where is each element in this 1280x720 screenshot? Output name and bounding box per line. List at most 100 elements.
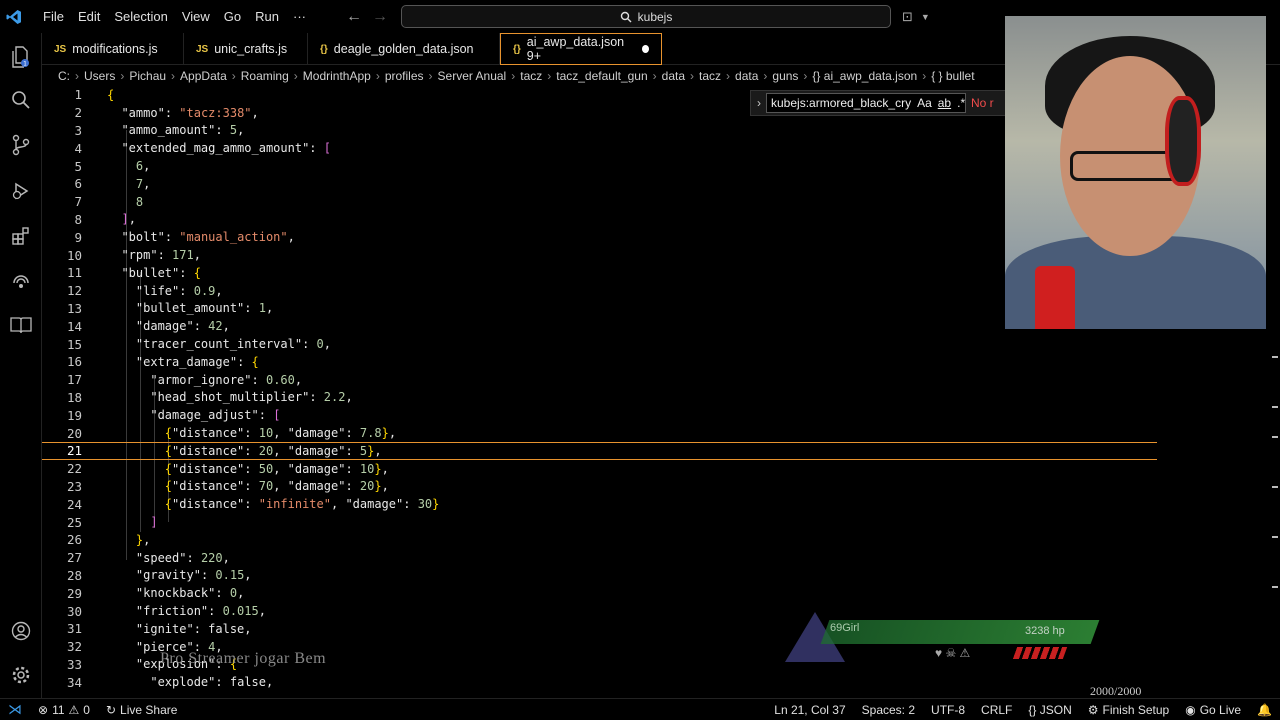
vscode-logo-icon: [0, 0, 28, 33]
menu-view[interactable]: View: [175, 0, 217, 33]
code-line[interactable]: 3 "ammo_amount": 5,: [42, 122, 1157, 140]
code-line[interactable]: 4 "extended_mag_ammo_amount": [: [42, 139, 1157, 157]
line-ending[interactable]: CRLF: [973, 703, 1020, 717]
chevron-right-icon[interactable]: ›: [757, 96, 761, 110]
breadcrumb-item[interactable]: tacz: [699, 69, 721, 83]
account-icon[interactable]: [7, 617, 35, 645]
line-number: 12: [66, 283, 82, 299]
command-center-search[interactable]: kubejs: [401, 5, 891, 28]
code-line[interactable]: 29 "knockback": 0,: [42, 584, 1157, 602]
code-line[interactable]: 6 7,: [42, 175, 1157, 193]
code-line[interactable]: 23 {"distance": 70, "damage": 20},: [42, 478, 1157, 496]
code-line[interactable]: 18 "head_shot_multiplier": 2.2,: [42, 389, 1157, 407]
code-line[interactable]: 17 "armor_ignore": 0.60,: [42, 371, 1157, 389]
regex-toggle[interactable]: .*: [957, 96, 965, 110]
code-line[interactable]: 8 ],: [42, 211, 1157, 229]
cursor-position[interactable]: Ln 21, Col 37: [766, 703, 853, 717]
search-icon: [620, 11, 632, 22]
code-line[interactable]: 14 "damage": 42,: [42, 317, 1157, 335]
tab-modifications-js[interactable]: JS modifications.js: [42, 33, 184, 65]
code-text: "friction": 0.015,: [135, 604, 266, 619]
breadcrumb-item[interactable]: C:: [58, 69, 70, 83]
code-line[interactable]: 7 8: [42, 193, 1157, 211]
live-share-button[interactable]: ↻ Live Share: [98, 703, 185, 717]
unsaved-dot-icon[interactable]: [641, 45, 649, 53]
breadcrumb-item[interactable]: Server Anual: [438, 69, 507, 83]
menu-go[interactable]: Go: [217, 0, 248, 33]
copilot-icon[interactable]: ⊡: [902, 9, 913, 25]
code-line[interactable]: 20 {"distance": 10, "damage": 7.8},: [42, 424, 1157, 442]
code-line[interactable]: 21 {"distance": 20, "damage": 5},: [42, 442, 1157, 460]
code-line[interactable]: 11 "bullet": {: [42, 264, 1157, 282]
breadcrumb-item[interactable]: ModrinthApp: [303, 69, 371, 83]
breadcrumb-item[interactable]: Pichau: [129, 69, 166, 83]
problems-indicator[interactable]: ⊗ 11 ⚠ 0: [30, 703, 98, 717]
code-line[interactable]: 10 "rpm": 171,: [42, 246, 1157, 264]
finish-setup-button[interactable]: ⚙ Finish Setup: [1080, 703, 1177, 717]
menu-more[interactable]: ···: [286, 0, 313, 33]
breadcrumb-item[interactable]: AppData: [180, 69, 227, 83]
code-line[interactable]: 13 "bullet_amount": 1,: [42, 300, 1157, 318]
source-control-icon[interactable]: [7, 131, 35, 159]
book-icon[interactable]: [7, 311, 35, 339]
encoding[interactable]: UTF-8: [923, 703, 973, 717]
code-line[interactable]: 25 ]: [42, 513, 1157, 531]
breadcrumb-item[interactable]: data: [662, 69, 685, 83]
match-case-toggle[interactable]: Aa: [917, 96, 932, 110]
code-line[interactable]: 27 "speed": 220,: [42, 549, 1157, 567]
remote-icon[interactable]: ⋊: [0, 699, 30, 720]
find-input[interactable]: kubejs:armored_black_cry Aa ab .*: [766, 93, 966, 113]
notifications-icon[interactable]: 🔔: [1249, 703, 1280, 717]
code-line[interactable]: 12 "life": 0.9,: [42, 282, 1157, 300]
remote-explorer-icon[interactable]: [7, 267, 35, 295]
breadcrumb-item[interactable]: profiles: [385, 69, 424, 83]
code-text: "bullet": {: [121, 265, 201, 280]
menu-run[interactable]: Run: [248, 0, 286, 33]
code-line[interactable]: 34 "explode": false,: [42, 673, 1157, 691]
run-debug-icon[interactable]: [7, 177, 35, 205]
code-line[interactable]: 15 "tracer_count_interval": 0,: [42, 335, 1157, 353]
code-line[interactable]: 19 "damage_adjust": [: [42, 406, 1157, 424]
whole-word-toggle[interactable]: ab: [938, 96, 951, 110]
menu-edit[interactable]: Edit: [71, 0, 107, 33]
breadcrumb-separator-icon: ›: [763, 69, 768, 83]
breadcrumb-item[interactable]: {} ai_awp_data.json: [812, 69, 917, 83]
breadcrumb-item[interactable]: tacz: [520, 69, 542, 83]
game-hud-overlay: 69Girl 3238 hp ♥ ☠ ⚠: [775, 612, 1105, 667]
code-line[interactable]: 28 "gravity": 0.15,: [42, 567, 1157, 585]
gear-icon[interactable]: [7, 661, 35, 689]
scrollbar[interactable]: [1268, 86, 1280, 698]
code-line[interactable]: 24 {"distance": "infinite", "damage": 30…: [42, 495, 1157, 513]
line-number: 28: [66, 567, 82, 583]
line-number: 23: [66, 478, 82, 494]
code-text: "extended_mag_ammo_amount": [: [121, 141, 331, 156]
breadcrumb-item[interactable]: Roaming: [241, 69, 289, 83]
breadcrumb-item[interactable]: guns: [772, 69, 798, 83]
breadcrumb-item[interactable]: data: [735, 69, 758, 83]
code-line[interactable]: 5 6,: [42, 157, 1157, 175]
breadcrumb-item[interactable]: Users: [84, 69, 115, 83]
breadcrumb-separator-icon: ›: [293, 69, 298, 83]
forward-arrow-icon[interactable]: →: [372, 8, 388, 26]
tab-deagle-golden-data-json[interactable]: {} deagle_golden_data.json: [308, 33, 500, 65]
code-line[interactable]: 16 "extra_damage": {: [42, 353, 1157, 371]
menu-selection[interactable]: Selection: [107, 0, 174, 33]
warning-count: 0: [83, 702, 90, 717]
breadcrumb-item[interactable]: { } bullet: [931, 69, 974, 83]
code-line[interactable]: 22 {"distance": 50, "damage": 10},: [42, 460, 1157, 478]
indentation[interactable]: Spaces: 2: [854, 703, 923, 717]
explorer-icon[interactable]: 1: [7, 43, 35, 71]
menu-file[interactable]: File: [36, 0, 71, 33]
tab-unic-crafts-js[interactable]: JS unic_crafts.js: [184, 33, 308, 65]
code-line[interactable]: 26 },: [42, 531, 1157, 549]
go-live-button[interactable]: ◉ Go Live: [1177, 703, 1249, 717]
search-icon[interactable]: [7, 86, 35, 114]
language-mode[interactable]: {} JSON: [1020, 703, 1079, 717]
chevron-down-icon[interactable]: ▼: [921, 12, 930, 22]
find-result-count: No r: [971, 96, 994, 110]
tab-ai-awp-data-json[interactable]: {} ai_awp_data.json 9+: [500, 33, 662, 65]
extensions-icon[interactable]: [7, 222, 35, 250]
breadcrumb-item[interactable]: tacz_default_gun: [556, 69, 647, 83]
code-line[interactable]: 9 "bolt": "manual_action",: [42, 228, 1157, 246]
back-arrow-icon[interactable]: ←: [346, 8, 362, 26]
